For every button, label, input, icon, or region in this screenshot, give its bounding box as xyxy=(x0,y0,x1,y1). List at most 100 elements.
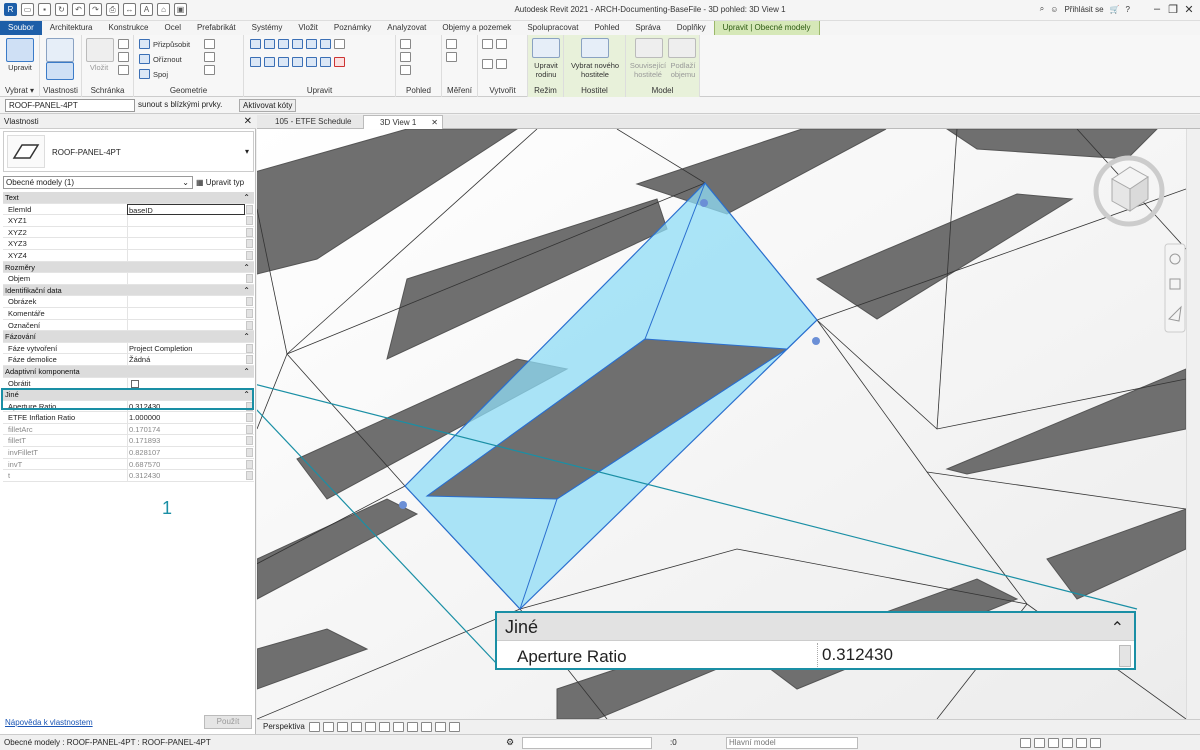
join-row[interactable]: Spoj xyxy=(139,69,168,79)
navigation-bar[interactable] xyxy=(1164,243,1186,333)
collapse-icon[interactable]: ⌃ xyxy=(243,262,250,273)
design-option-dropdown[interactable]: Hlavní model xyxy=(726,737,858,749)
tab-collaborate[interactable]: Spolupracovat xyxy=(519,21,586,35)
edit-type-button[interactable]: ▦ Upravit typ xyxy=(196,176,252,189)
associate-parameter-button[interactable] xyxy=(246,297,253,307)
shadows-icon[interactable] xyxy=(351,722,362,732)
edit-family-label[interactable]: Upravit rodinu xyxy=(528,61,564,79)
tab-structure[interactable]: Konstrukce xyxy=(100,21,156,35)
property-value[interactable]: 1.000000 xyxy=(127,412,245,424)
constraints-icon[interactable] xyxy=(449,722,460,732)
hide-icon[interactable] xyxy=(400,65,411,75)
cut-icon[interactable] xyxy=(118,39,129,49)
adaptive-point[interactable] xyxy=(700,199,708,207)
sign-in-label[interactable]: Přihlásit se xyxy=(1064,5,1103,14)
create-assembly-icon[interactable] xyxy=(482,39,493,49)
property-value[interactable]: 0.312430 xyxy=(127,470,245,482)
select-links-icon[interactable] xyxy=(1020,738,1031,748)
create-group-icon[interactable] xyxy=(482,59,493,69)
detail-level-icon[interactable] xyxy=(309,722,320,732)
reveal-hidden-icon[interactable] xyxy=(421,722,432,732)
text-icon[interactable]: A xyxy=(140,3,153,16)
show-crop-icon[interactable] xyxy=(393,722,404,732)
property-value[interactable] xyxy=(127,307,245,319)
property-value[interactable] xyxy=(127,249,245,261)
flip-checkbox[interactable] xyxy=(131,379,139,388)
property-value[interactable] xyxy=(127,319,245,331)
apply-button[interactable]: Použít xyxy=(204,715,252,729)
below-mass-label[interactable]: Podlaží objemu xyxy=(666,61,700,79)
pick-host-label[interactable]: Vybrat nového hostitele xyxy=(564,61,626,79)
associate-parameter-button[interactable] xyxy=(246,343,253,353)
rotate-icon[interactable] xyxy=(278,57,289,67)
paste-label[interactable]: Vložit xyxy=(84,63,114,72)
property-value[interactable]: 0.170174 xyxy=(127,423,245,435)
move-icon[interactable] xyxy=(250,57,261,67)
type-selector[interactable]: ROOF-PANEL-4PT xyxy=(5,99,135,112)
override-icon[interactable] xyxy=(400,52,411,62)
help-icon[interactable]: ? xyxy=(1126,5,1130,14)
redo-icon[interactable]: ↷ xyxy=(89,3,102,16)
associate-parameter-button[interactable] xyxy=(246,471,253,481)
match-icon[interactable] xyxy=(118,65,129,75)
tab-view[interactable]: Pohled xyxy=(586,21,627,35)
revit-logo-icon[interactable]: R xyxy=(4,3,17,16)
property-value[interactable] xyxy=(127,215,245,227)
measure-icon[interactable]: ↔ xyxy=(123,3,136,16)
properties-help-link[interactable]: Nápověda k vlastnostem xyxy=(5,718,93,727)
associate-parameter-button[interactable] xyxy=(246,424,253,434)
lightbulb-icon[interactable] xyxy=(400,39,411,49)
cart-icon[interactable]: 🛒 xyxy=(1110,5,1120,14)
save-icon[interactable]: ▪ xyxy=(38,3,51,16)
adaptive-point[interactable] xyxy=(812,337,820,345)
tab-close-icon[interactable]: ✕ xyxy=(431,116,438,130)
associate-parameter-button[interactable] xyxy=(246,239,253,249)
tab-etfe-schedule[interactable]: 105 - ETFE Schedule xyxy=(259,115,361,129)
cope-row[interactable]: Přizpůsobit xyxy=(139,39,190,49)
3d-view-icon[interactable]: ⌂ xyxy=(157,3,170,16)
collapse-icon[interactable]: ⌃ xyxy=(243,192,250,203)
associate-parameter-button[interactable] xyxy=(246,436,253,446)
property-value[interactable]: Project Completion xyxy=(127,342,245,354)
split-face-icon[interactable] xyxy=(204,52,215,62)
instance-filter[interactable]: Obecné modely (1) ⌄ xyxy=(3,176,193,189)
activate-dimensions-button[interactable]: Aktivovat kóty xyxy=(239,99,297,112)
property-value[interactable]: Žádná xyxy=(127,354,245,366)
wall-joins-icon[interactable] xyxy=(204,39,215,49)
undo-icon[interactable]: ↶ xyxy=(72,3,85,16)
associate-parameter-button[interactable] xyxy=(246,448,253,458)
mirror-draw-icon[interactable] xyxy=(292,39,303,49)
copy-element-icon[interactable] xyxy=(264,57,275,67)
select-by-face-icon[interactable] xyxy=(1062,738,1073,748)
trim-icon[interactable] xyxy=(292,57,303,67)
tab-steel[interactable]: Ocel xyxy=(157,21,189,35)
open-icon[interactable]: ▭ xyxy=(21,3,34,16)
tab-file[interactable]: Soubor xyxy=(0,21,42,35)
tab-annotate[interactable]: Poznámky xyxy=(326,21,379,35)
select-pinned-icon[interactable] xyxy=(1048,738,1059,748)
paint-icon[interactable] xyxy=(204,65,215,75)
align-icon[interactable] xyxy=(250,39,261,49)
sync-icon[interactable]: ↻ xyxy=(55,3,68,16)
property-section-header[interactable]: Adaptivní komponenta ⌃ xyxy=(3,365,254,378)
split-icon[interactable] xyxy=(306,39,317,49)
properties-icon[interactable] xyxy=(46,62,74,80)
print-icon[interactable]: ⎙ xyxy=(106,3,119,16)
modify-label[interactable]: Upravit xyxy=(2,63,38,72)
cut-row[interactable]: Oříznout xyxy=(139,54,182,64)
collapse-icon[interactable]: ⌃ xyxy=(243,331,250,342)
property-value[interactable]: baseID xyxy=(127,203,245,215)
dimension-icon[interactable] xyxy=(446,52,457,62)
analytical-model-icon[interactable] xyxy=(435,722,446,732)
associate-parameter-button[interactable] xyxy=(246,355,253,365)
maximize-button[interactable]: ❐ xyxy=(1166,3,1180,16)
associate-parameter-button[interactable] xyxy=(246,308,253,318)
associate-parameter-button[interactable] xyxy=(246,459,253,469)
associate-parameter-button[interactable] xyxy=(246,320,253,330)
visual-style-icon[interactable] xyxy=(323,722,334,732)
tab-architecture[interactable]: Architektura xyxy=(42,21,101,35)
property-value[interactable] xyxy=(127,377,245,389)
associate-parameter-button[interactable] xyxy=(246,204,253,214)
type-selector-box[interactable]: ROOF-PANEL-4PT ▾ xyxy=(3,131,254,172)
select-underlay-icon[interactable] xyxy=(1034,738,1045,748)
